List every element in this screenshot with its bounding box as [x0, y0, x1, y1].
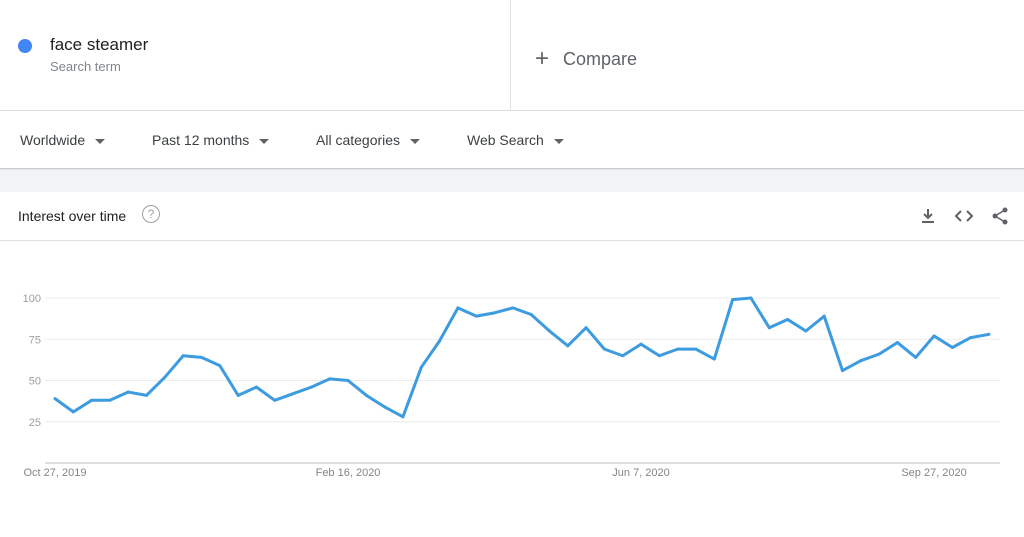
data-point — [145, 393, 149, 397]
data-point — [987, 332, 991, 336]
data-point — [602, 347, 606, 351]
data-point — [877, 352, 881, 356]
data-point — [511, 306, 515, 310]
series-line — [54, 296, 990, 419]
data-point — [181, 354, 185, 358]
data-point — [273, 398, 277, 402]
data-point — [254, 385, 258, 389]
data-point — [163, 375, 167, 379]
data-point — [950, 346, 954, 349]
interest-line-chart: 25 50 75 100 Oct 27, 2019 Feb 16, 2020 Jun 7, … — [23, 293, 1000, 479]
data-point — [639, 342, 643, 346]
data-point — [346, 379, 350, 382]
data-point — [126, 390, 130, 394]
data-point — [328, 377, 332, 381]
y-tick-label: 75 — [29, 334, 41, 346]
data-point — [200, 355, 204, 359]
data-point — [547, 329, 551, 333]
data-point — [694, 347, 698, 351]
data-point — [71, 410, 75, 414]
data-point — [676, 347, 680, 351]
data-point — [383, 405, 387, 409]
y-tick-label: 50 — [29, 376, 41, 388]
data-point — [584, 326, 588, 330]
data-point — [90, 398, 94, 402]
data-point — [914, 355, 918, 359]
data-point — [291, 392, 295, 396]
data-point — [529, 313, 533, 316]
data-point — [657, 354, 661, 358]
y-tick-label: 100 — [23, 293, 41, 305]
data-point — [108, 398, 112, 402]
data-point — [474, 314, 478, 318]
x-tick-label: Sep 27, 2020 — [901, 467, 966, 479]
data-point — [932, 334, 936, 338]
x-tick-label: Jun 7, 2020 — [612, 467, 670, 479]
data-point — [621, 354, 625, 358]
data-point — [895, 341, 899, 345]
data-point — [749, 296, 753, 300]
data-point — [456, 306, 460, 310]
data-point — [493, 311, 497, 315]
data-point — [804, 329, 808, 333]
data-point — [969, 336, 973, 340]
x-tick-label: Oct 27, 2019 — [24, 467, 87, 479]
data-point — [566, 344, 570, 348]
data-point — [364, 393, 368, 397]
data-point — [840, 369, 844, 373]
data-point — [218, 364, 222, 368]
data-point — [309, 385, 313, 389]
data-point — [712, 357, 716, 361]
data-point — [53, 397, 57, 401]
y-tick-label: 25 — [29, 417, 41, 429]
data-point — [438, 339, 442, 343]
data-point — [786, 317, 790, 321]
data-point — [236, 393, 240, 397]
data-point — [731, 298, 735, 302]
data-point — [767, 326, 771, 330]
data-point — [419, 365, 423, 369]
data-point — [859, 359, 863, 363]
data-point — [822, 314, 826, 318]
data-point — [401, 415, 405, 419]
x-tick-label: Feb 16, 2020 — [316, 467, 381, 479]
